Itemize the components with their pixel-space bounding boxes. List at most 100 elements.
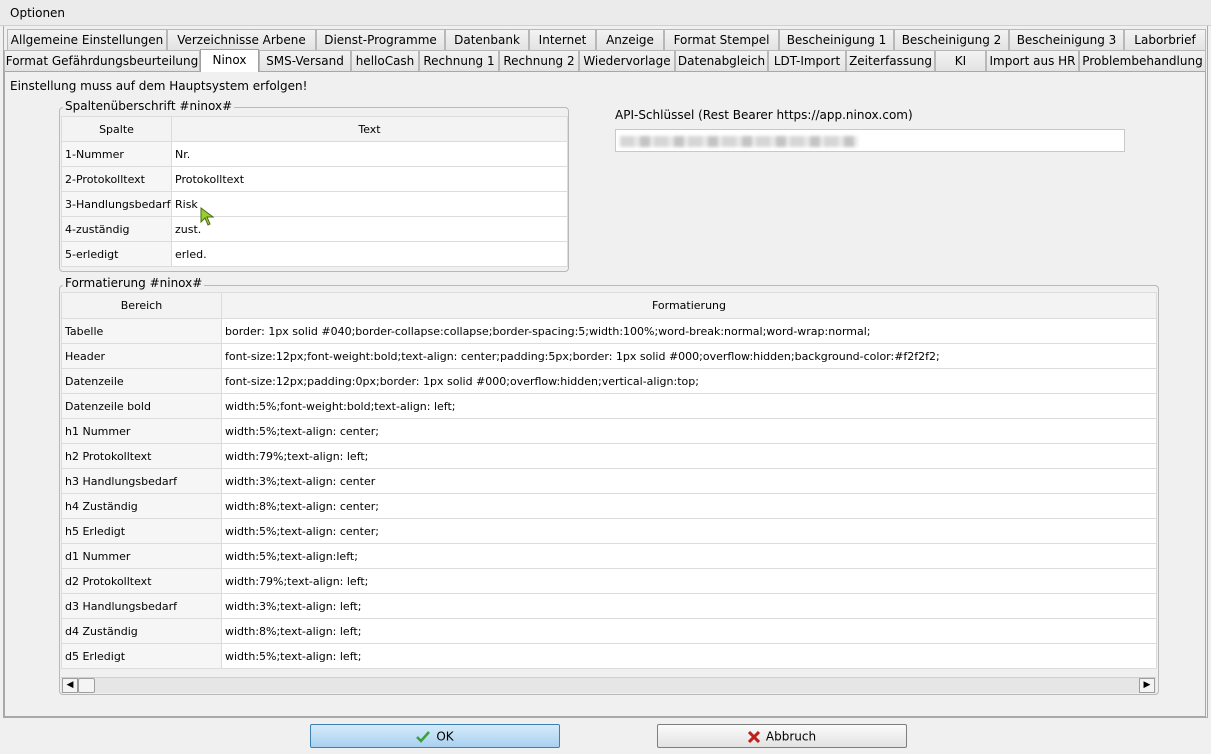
mouse-cursor-icon [200, 207, 215, 226]
horizontal-scrollbar[interactable]: ◀ ▶ [61, 677, 1156, 693]
tab-datenabgleich[interactable]: Datenabgleich [675, 50, 768, 71]
tab-wiedervorlage[interactable]: Wiedervorlage [579, 50, 675, 71]
format-cell[interactable]: width:5%;text-align: left; [221, 643, 1157, 669]
notice-text: Einstellung muss auf dem Hauptsystem erf… [10, 79, 308, 93]
row-label: d3 Handlungsbedarf [61, 593, 222, 619]
table-row[interactable]: h1 Nummer width:5%;text-align: center; [61, 418, 1157, 444]
table-row[interactable]: d5 Erledigt width:5%;text-align: left; [61, 643, 1157, 669]
table-row[interactable]: 4-zuständig zust. [61, 216, 568, 242]
table-row[interactable]: h2 Protokolltext width:79%;text-align: le… [61, 443, 1157, 469]
columns-table-header: Spalte Text [61, 116, 568, 142]
row-label: d5 Erledigt [61, 643, 222, 669]
column-header-spalte: Spalte [61, 116, 172, 142]
tab-import-aus-hr[interactable]: Import aus HR [986, 50, 1079, 71]
tab-internet[interactable]: Internet [529, 29, 596, 50]
row-label: h1 Nummer [61, 418, 222, 444]
tab-laborbrief[interactable]: Laborbrief [1124, 29, 1206, 50]
column-header-text: Text [171, 116, 568, 142]
tab-format-stempel[interactable]: Format Stempel [664, 29, 779, 50]
tab-ki[interactable]: KI [935, 50, 986, 71]
table-row[interactable]: 3-Handlungsbedarf Risk [61, 191, 568, 217]
row-label: h3 Handlungsbedarf [61, 468, 222, 494]
ok-button-label: OK [436, 729, 454, 744]
table-row[interactable]: d1 Nummer width:5%;text-align:left; [61, 543, 1157, 569]
row-label: Datenzeile [61, 368, 222, 394]
format-cell[interactable]: width:5%;text-align: center; [221, 518, 1157, 544]
tab-ninox[interactable]: Ninox [200, 49, 259, 72]
tab-sms-versand[interactable]: SMS-Versand [259, 50, 351, 71]
table-row[interactable]: d4 Zuständig width:8%;text-align: left; [61, 618, 1157, 644]
scroll-left-icon[interactable]: ◀ [62, 678, 78, 693]
tab-hellocash[interactable]: helloCash [351, 50, 419, 71]
tab-rechnung-2[interactable]: Rechnung 2 [499, 50, 579, 71]
row-label: h4 Zuständig [61, 493, 222, 519]
tab-anzeige[interactable]: Anzeige [596, 29, 664, 50]
window-title: Optionen [10, 6, 66, 20]
table-row[interactable]: Header font-size:12px;font-weight:bold;te… [61, 343, 1157, 369]
row-label: d1 Nummer [61, 543, 222, 569]
table-row[interactable]: Tabelle border: 1px solid #040;border-col… [61, 318, 1157, 344]
format-cell[interactable]: font-size:12px;font-weight:bold;text-ali… [221, 343, 1157, 369]
format-cell[interactable]: width:5%;text-align: center; [221, 418, 1157, 444]
row-label: Tabelle [61, 318, 222, 344]
api-key-redacted [620, 136, 858, 147]
row-label: d2 Protokolltext [61, 568, 222, 594]
row-label: 4-zuständig [61, 216, 172, 242]
format-cell[interactable]: width:8%;text-align: left; [221, 618, 1157, 644]
close-icon [747, 730, 760, 743]
tab-dienst-programme[interactable]: Dienst-Programme [316, 29, 445, 50]
tab-zeiterfassung[interactable]: Zeiterfassung [846, 50, 935, 71]
table-row[interactable]: h3 Handlungsbedarf width:3%;text-align: c… [61, 468, 1157, 494]
column-header-formatierung: Formatierung [221, 292, 1157, 319]
columns-group-title: Spaltenüberschrift #ninox# [63, 99, 235, 113]
checkmark-icon [416, 730, 431, 743]
text-cell[interactable]: Risk [171, 191, 568, 217]
tab-rechnung-1[interactable]: Rechnung 1 [419, 50, 499, 71]
tab-allgemeine-einstellungen[interactable]: Allgemeine Einstellungen [7, 29, 167, 50]
table-row[interactable]: Datenzeile bold width:5%;font-weight:bold… [61, 393, 1157, 419]
table-row[interactable]: 2-Protokolltext Protokolltext [61, 166, 568, 192]
tab-datenbank[interactable]: Datenbank [445, 29, 529, 50]
table-row[interactable]: h5 Erledigt width:5%;text-align: center; [61, 518, 1157, 544]
format-cell[interactable]: width:5%;text-align:left; [221, 543, 1157, 569]
row-label: d4 Zuständig [61, 618, 222, 644]
tab-ldt-import[interactable]: LDT-Import [768, 50, 846, 71]
format-group-title: Formatierung #ninox# [63, 276, 205, 290]
tab-bescheinigung-3[interactable]: Bescheinigung 3 [1009, 29, 1124, 50]
row-label: 3-Handlungsbedarf [61, 191, 172, 217]
format-cell[interactable]: width:79%;text-align: left; [221, 443, 1157, 469]
ok-button[interactable]: OK [310, 724, 560, 748]
text-cell[interactable]: erled. [171, 241, 568, 267]
table-row[interactable]: Datenzeile font-size:12px;padding:0px;bor… [61, 368, 1157, 394]
api-key-input[interactable] [615, 129, 1125, 152]
scroll-right-icon[interactable]: ▶ [1139, 678, 1155, 693]
table-row[interactable]: d2 Protokolltext width:79%;text-align: le… [61, 568, 1157, 594]
text-cell[interactable]: Protokolltext [171, 166, 568, 192]
scroll-thumb[interactable] [78, 678, 95, 693]
format-table: Bereich Formatierung Tabelle border: 1px … [61, 292, 1157, 669]
table-row[interactable]: 5-erledigt erled. [61, 241, 568, 267]
cancel-button[interactable]: Abbruch [657, 724, 907, 748]
row-label: h2 Protokolltext [61, 443, 222, 469]
format-cell[interactable]: width:5%;font-weight:bold;text-align: le… [221, 393, 1157, 419]
format-cell[interactable]: width:3%;text-align: left; [221, 593, 1157, 619]
tab-bescheinigung-1[interactable]: Bescheinigung 1 [779, 29, 894, 50]
format-cell[interactable]: width:3%;text-align: center [221, 468, 1157, 494]
format-cell[interactable]: width:8%;text-align: center; [221, 493, 1157, 519]
tab-format-gefaehrdungsbeurteilung[interactable]: Format Gefährdungsbeurteilung [4, 50, 200, 71]
table-row[interactable]: h4 Zuständig width:8%;text-align: center; [61, 493, 1157, 519]
table-row[interactable]: d3 Handlungsbedarf width:3%;text-align: l… [61, 593, 1157, 619]
row-label: h5 Erledigt [61, 518, 222, 544]
format-cell[interactable]: font-size:12px;padding:0px;border: 1px s… [221, 368, 1157, 394]
format-cell[interactable]: width:79%;text-align: left; [221, 568, 1157, 594]
tab-problembehandlung[interactable]: Problembehandlung [1079, 50, 1206, 71]
text-cell[interactable]: zust. [171, 216, 568, 242]
columns-table: Spalte Text 1-Nummer Nr. 2-Protokolltext… [61, 116, 568, 267]
row-label: Header [61, 343, 222, 369]
table-row[interactable]: 1-Nummer Nr. [61, 141, 568, 167]
tab-bescheinigung-2[interactable]: Bescheinigung 2 [894, 29, 1009, 50]
format-cell[interactable]: border: 1px solid #040;border-collapse:c… [221, 318, 1157, 344]
tab-verzeichnisse[interactable]: Verzeichnisse Arbene [167, 29, 316, 50]
text-cell[interactable]: Nr. [171, 141, 568, 167]
row-label: 2-Protokolltext [61, 166, 172, 192]
